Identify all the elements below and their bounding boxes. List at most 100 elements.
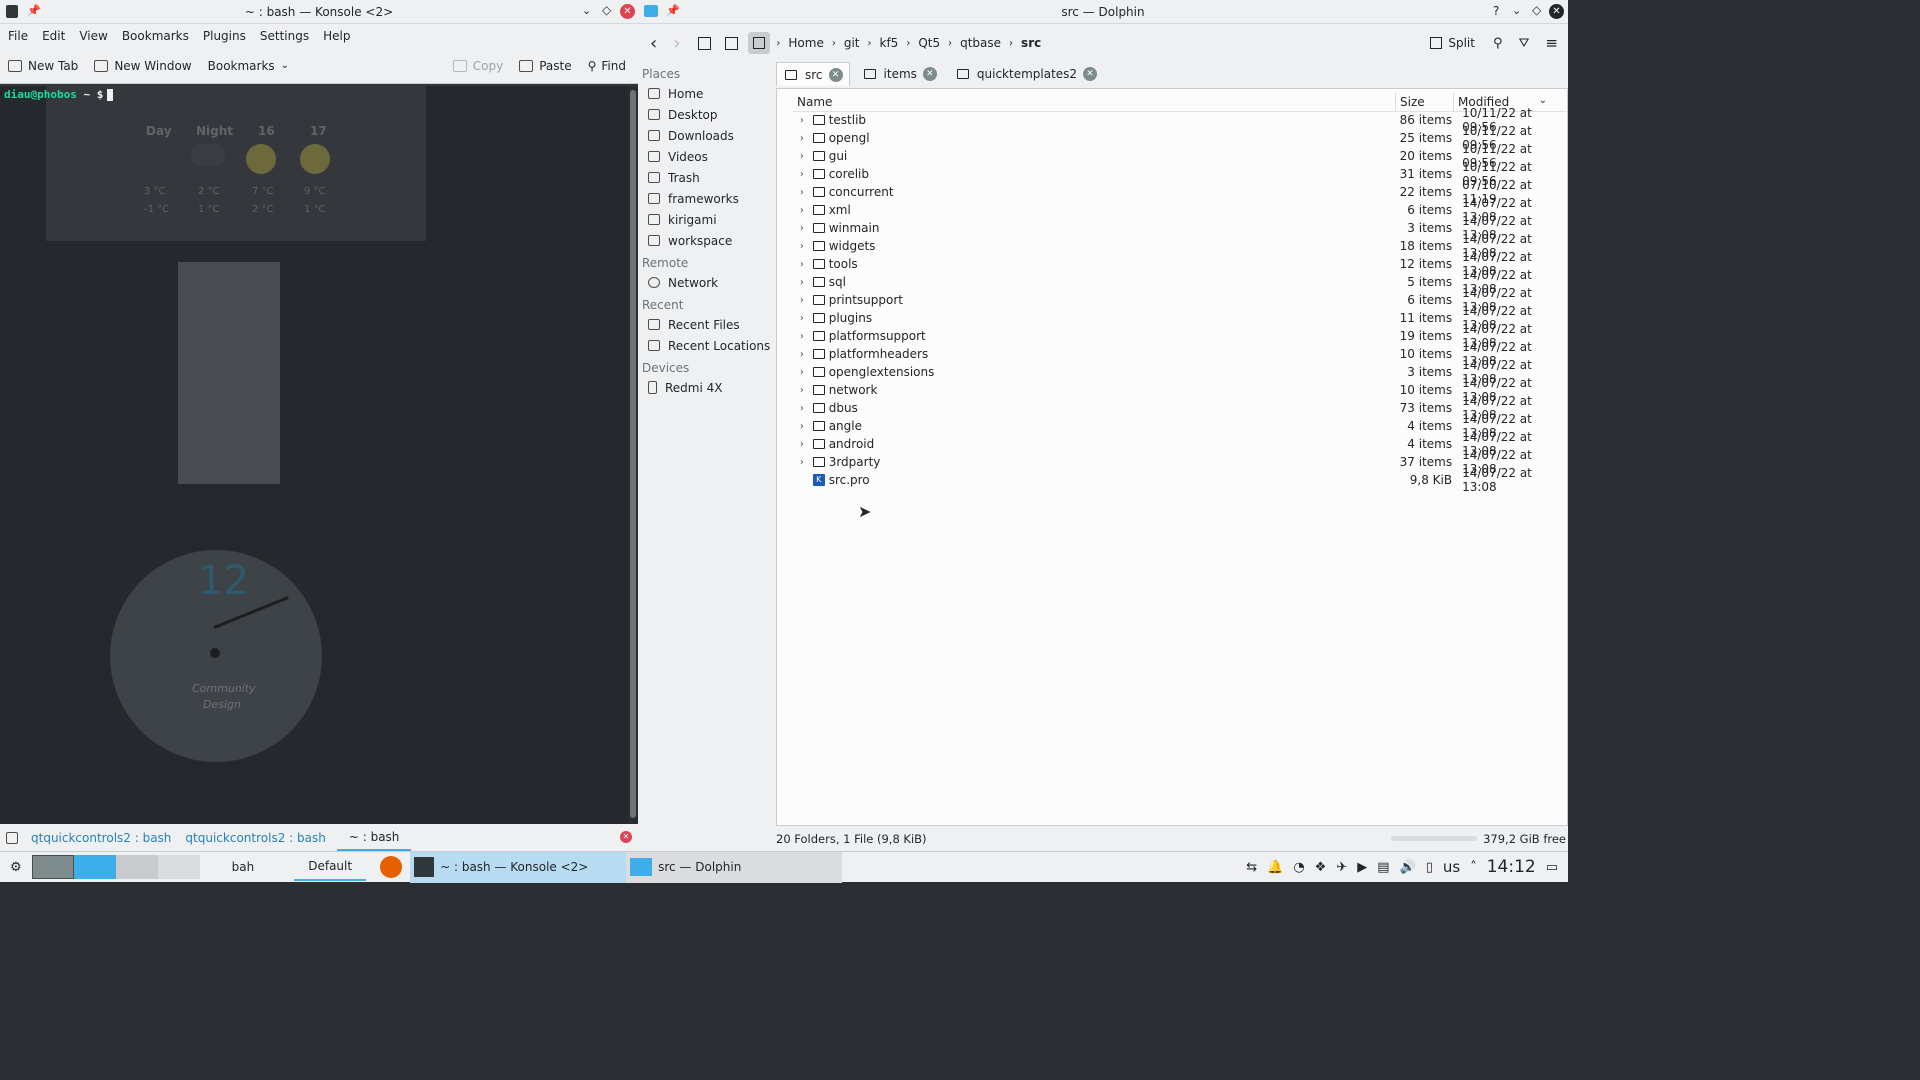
menu-file[interactable]: File <box>8 29 28 43</box>
places-item-videos[interactable]: Videos <box>638 146 776 167</box>
split-button[interactable]: Split <box>1448 36 1475 50</box>
media-icon[interactable]: ▶ <box>1357 860 1367 875</box>
table-row[interactable]: › xml 6 items 14/07/22 at 13:08 <box>793 196 1567 224</box>
table-row[interactable]: Ksrc.pro 9,8 KiB 14/07/22 at 13:08 <box>793 466 1567 494</box>
terminal-scrollbar[interactable] <box>628 86 638 824</box>
breadcrumb-qtbase[interactable]: qtbase <box>960 36 1001 50</box>
task-dolphin[interactable]: src — Dolphin <box>626 851 843 883</box>
konsole-tab-active[interactable]: ~ : bash <box>336 824 412 851</box>
dolphin-tab-items[interactable]: items ✕ <box>856 62 943 86</box>
keep-above-icon[interactable]: ◇ <box>602 3 611 17</box>
expand-chevron-icon[interactable]: › <box>793 349 811 360</box>
expand-chevron-icon[interactable]: › <box>793 295 811 306</box>
new-tab-button[interactable]: New Tab <box>8 59 78 73</box>
table-row[interactable]: › corelib 31 items 10/11/22 at 09:56 <box>793 160 1567 188</box>
close-tab-icon[interactable]: ✕ <box>1083 67 1098 81</box>
table-row[interactable]: › widgets 18 items 14/07/22 at 13:08 <box>793 232 1567 260</box>
table-row[interactable]: › 3rdparty 37 items 14/07/22 at 13:08 <box>793 448 1567 476</box>
breadcrumb-git[interactable]: git <box>844 36 860 50</box>
table-row[interactable]: › opengl 25 items 10/11/22 at 09:56 <box>793 124 1567 152</box>
clipboard-icon[interactable]: ▤ <box>1377 860 1389 875</box>
show-desktop-icon[interactable]: ▭ <box>1546 860 1558 875</box>
places-item-redmi[interactable]: Redmi 4X <box>638 377 776 398</box>
copy-button[interactable]: Copy <box>452 59 503 73</box>
app-launcher-icon[interactable]: ⚙ <box>10 860 22 875</box>
activity-default[interactable]: Default <box>294 853 367 881</box>
disk-icon[interactable]: ◔ <box>1293 860 1304 875</box>
expand-chevron-icon[interactable]: › <box>793 169 811 180</box>
konsole-titlebar[interactable]: 📌 ~ : bash — Konsole <2> ⌄ ◇ ✕ <box>0 0 638 24</box>
expand-chevron-icon[interactable]: › <box>793 421 811 432</box>
menu-edit[interactable]: Edit <box>42 29 65 43</box>
table-row[interactable]: › network 10 items 14/07/22 at 13:08 <box>793 376 1567 404</box>
compact-view-icon[interactable] <box>725 36 739 50</box>
places-item-recent-locations[interactable]: Recent Locations <box>638 335 776 356</box>
expand-chevron-icon[interactable]: › <box>793 223 811 234</box>
find-button[interactable]: ⚲ Find <box>588 59 626 73</box>
places-item-recent-files[interactable]: Recent Files <box>638 314 776 335</box>
forward-icon[interactable]: › <box>673 33 680 54</box>
expand-chevron-icon[interactable]: › <box>793 277 811 288</box>
bookmarks-button[interactable]: Bookmarks ⌄ <box>208 59 289 73</box>
table-row[interactable]: › plugins 11 items 14/07/22 at 13:08 <box>793 304 1567 332</box>
dropbox-icon[interactable]: ❖ <box>1315 860 1327 875</box>
table-row[interactable]: › winmain 3 items 14/07/22 at 13:08 <box>793 214 1567 242</box>
expand-chevron-icon[interactable]: › <box>793 205 811 216</box>
back-icon[interactable]: ‹ <box>650 33 657 54</box>
expand-chevron-icon[interactable]: › <box>793 439 811 450</box>
desktop-2[interactable] <box>73 855 116 879</box>
table-row[interactable]: › dbus 73 items 14/07/22 at 13:08 <box>793 394 1567 422</box>
pager[interactable] <box>31 855 200 879</box>
table-row[interactable]: › testlib 86 items 10/11/22 at 09:56 <box>793 106 1567 134</box>
hamburger-menu-icon[interactable]: ≡ <box>1545 34 1558 52</box>
expand-chevron-icon[interactable]: › <box>793 259 811 270</box>
battery-icon[interactable]: ▯ <box>1426 860 1433 875</box>
activity-label[interactable]: bah <box>232 860 255 874</box>
desktop-1[interactable] <box>31 855 74 879</box>
expand-chevron-icon[interactable]: › <box>793 313 811 324</box>
expand-chevron-icon[interactable]: › <box>793 367 811 378</box>
table-row[interactable]: › platformheaders 10 items 14/07/22 at 13:0… <box>793 340 1567 368</box>
expand-chevron-icon[interactable]: › <box>793 385 811 396</box>
dolphin-tab-quicktemplates2[interactable]: quicktemplates2 ✕ <box>949 62 1103 86</box>
menu-bookmarks[interactable]: Bookmarks <box>122 29 189 43</box>
breadcrumb-kf5[interactable]: kf5 <box>880 36 899 50</box>
paste-button[interactable]: Paste <box>519 59 572 73</box>
help-icon[interactable]: ? <box>1493 4 1499 18</box>
konsole-close-icon[interactable]: ✕ <box>620 4 635 19</box>
table-row[interactable]: › printsupport 6 items 14/07/22 at 13:08 <box>793 286 1567 314</box>
table-row[interactable]: › android 4 items 14/07/22 at 13:08 <box>793 430 1567 458</box>
places-item-trash[interactable]: Trash <box>638 167 776 188</box>
clock[interactable]: 14:12 <box>1487 857 1536 877</box>
minimize-icon[interactable]: ⌄ <box>1512 4 1521 17</box>
search-icon[interactable]: ⚲ <box>1493 36 1503 51</box>
places-item-kirigami[interactable]: kirigami <box>638 209 776 230</box>
desktop-3[interactable] <box>115 855 158 879</box>
telegram-icon[interactable]: ✈ <box>1336 860 1347 875</box>
desktop-4[interactable] <box>157 855 200 879</box>
keyboard-layout[interactable]: us <box>1443 858 1460 876</box>
breadcrumb-qt5[interactable]: Qt5 <box>918 36 940 50</box>
places-item-desktop[interactable]: Desktop <box>638 104 776 125</box>
expand-chevron-icon[interactable]: › <box>793 403 811 414</box>
expand-chevron-icon[interactable]: › <box>793 115 811 126</box>
kdeconnect-icon[interactable]: ⇆ <box>1246 860 1257 875</box>
table-row[interactable]: › openglextensions 3 items 14/07/22 at 13:0… <box>793 358 1567 386</box>
menu-plugins[interactable]: Plugins <box>203 29 246 43</box>
breadcrumb-src[interactable]: src <box>1021 36 1041 50</box>
file-view[interactable]: Name Size Modified ⌄ › testlib 86 items 10/1… <box>776 88 1568 826</box>
dolphin-close-icon[interactable]: ✕ <box>1549 4 1564 19</box>
expand-tray-icon[interactable]: ˄ <box>1470 860 1477 875</box>
konsole-tab[interactable]: qtquickcontrols2 : bash <box>24 831 178 845</box>
expand-chevron-icon[interactable]: › <box>793 133 811 144</box>
filter-icon[interactable]: ⛛ <box>1519 36 1530 51</box>
table-row[interactable]: › angle 4 items 14/07/22 at 13:08 <box>793 412 1567 440</box>
breadcrumb-home[interactable]: Home <box>788 36 823 50</box>
terminal-area[interactable]: Day Night 16 17 3 °C 2 °C 7 °C 9 °C -1 °… <box>0 86 628 824</box>
new-window-button[interactable]: New Window <box>94 59 192 73</box>
close-tab-icon[interactable]: ✕ <box>828 67 843 82</box>
menu-settings[interactable]: Settings <box>260 29 309 43</box>
dolphin-titlebar[interactable]: 📌 src — Dolphin ? ⌄ ◇ ✕ <box>638 0 1568 24</box>
places-item-downloads[interactable]: Downloads <box>638 125 776 146</box>
expand-chevron-icon[interactable]: › <box>793 241 811 252</box>
